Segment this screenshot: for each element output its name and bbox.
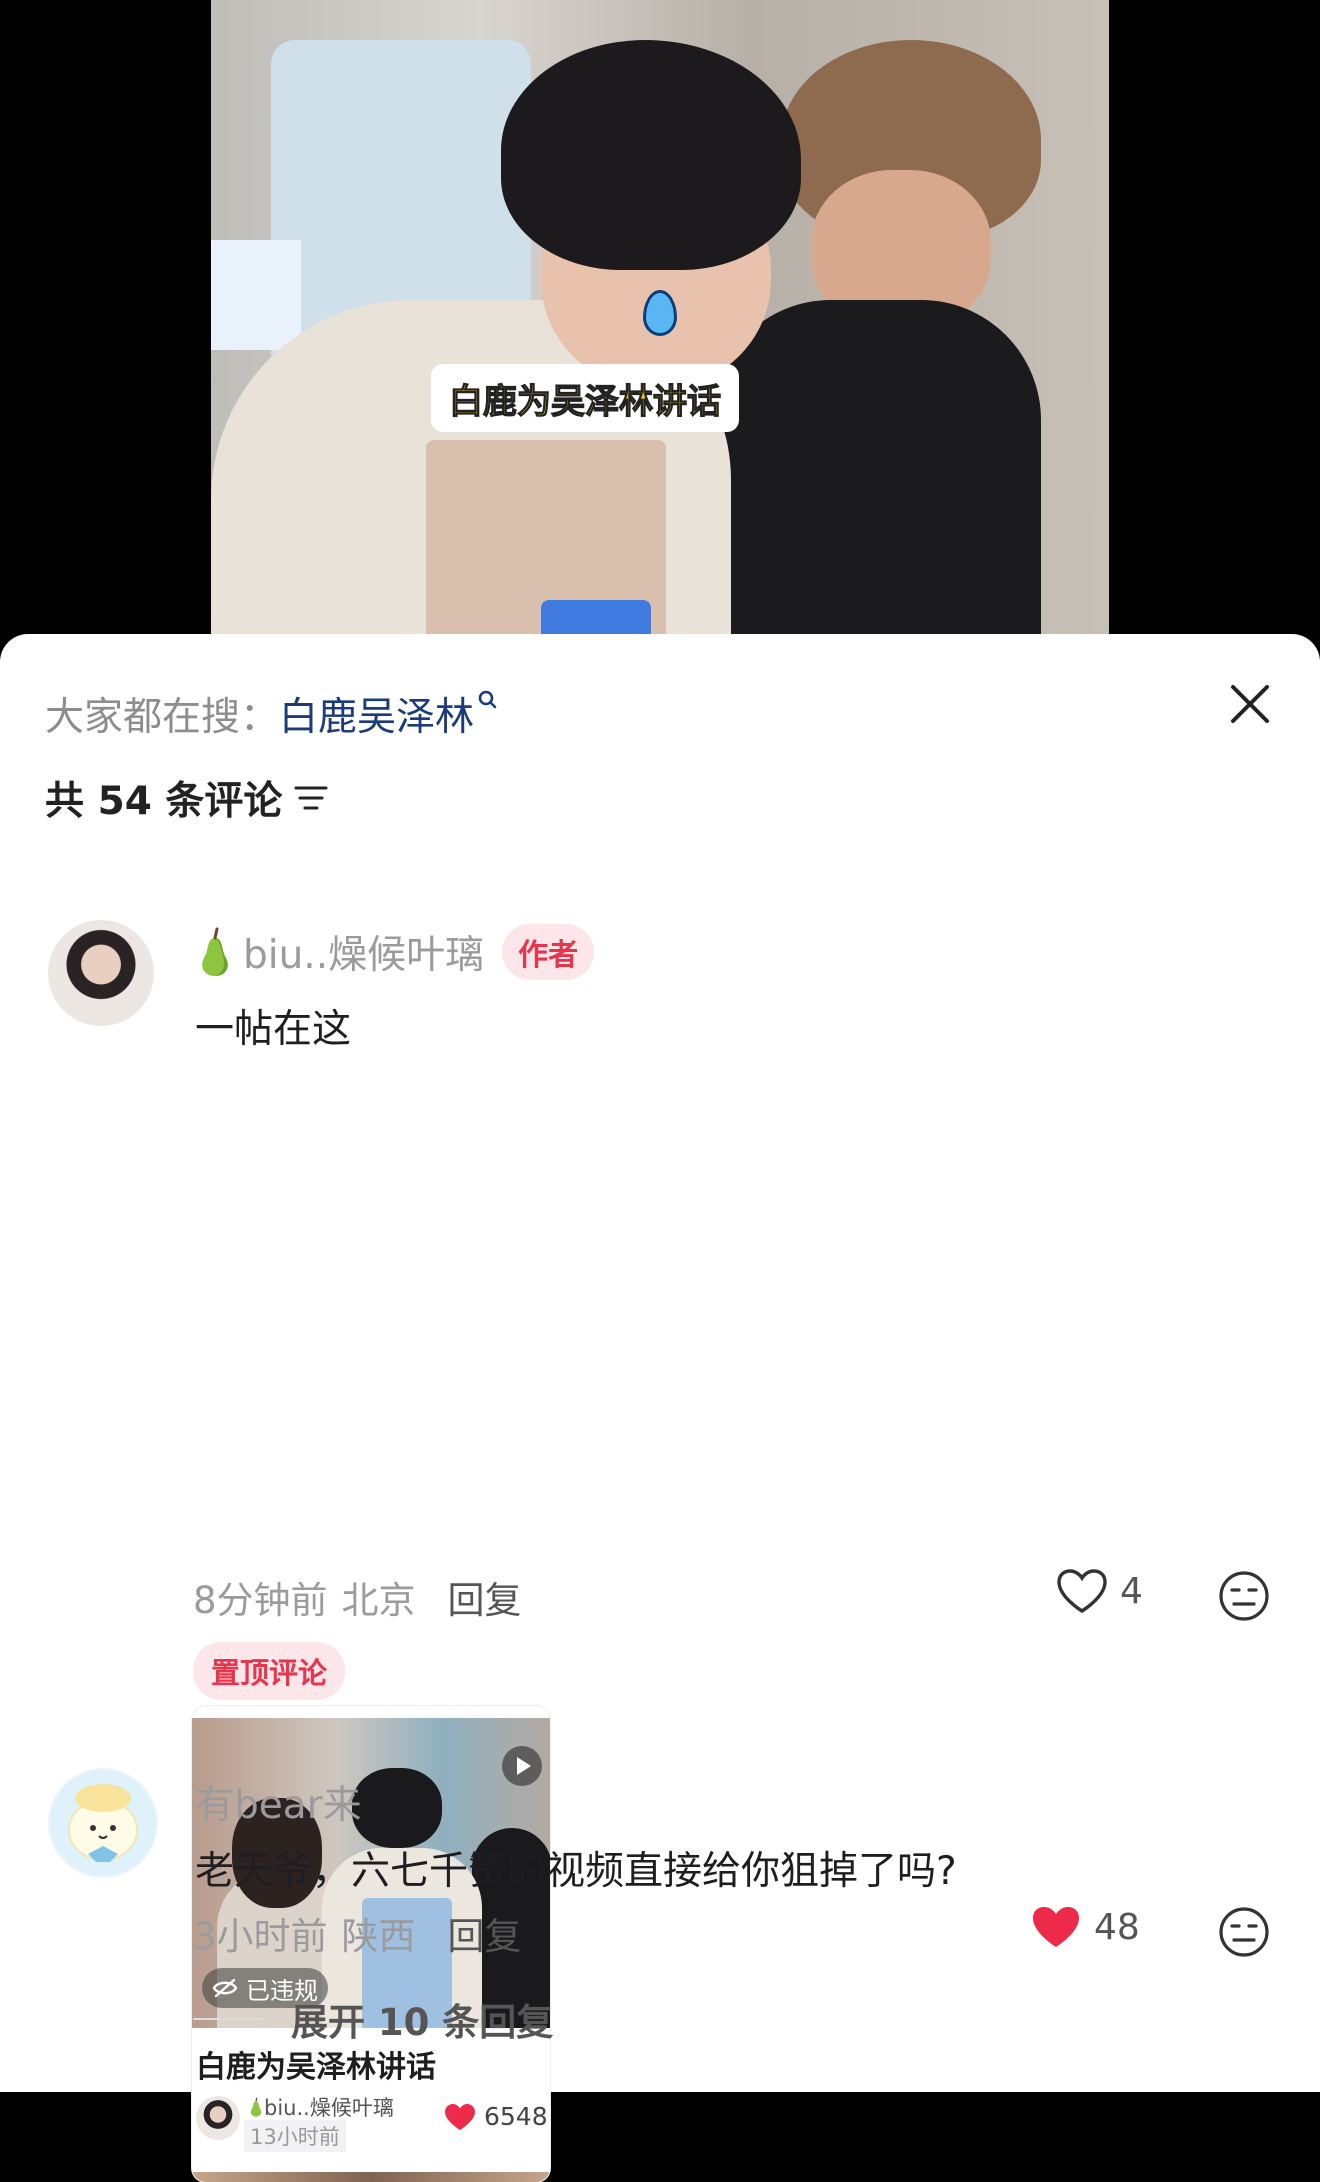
video-caption: 白鹿为吴泽林讲话 bbox=[431, 364, 739, 432]
reply-button[interactable]: 回复 bbox=[448, 1906, 522, 1960]
shared-video-user: biu..燥候叶璃 bbox=[248, 2092, 394, 2122]
comment-text: 一帖在这 bbox=[195, 1007, 352, 1052]
play-icon[interactable] bbox=[502, 1746, 542, 1786]
video-person-left-hair bbox=[501, 40, 801, 270]
like-button[interactable]: 4 bbox=[1056, 1568, 1143, 1614]
comment-text: 老天爷，六七千赞的视频直接给你狙掉了吗? bbox=[195, 1849, 957, 1894]
comment-meta: 3小时前 陕西 回复 bbox=[193, 1906, 522, 1960]
sort-icon[interactable] bbox=[294, 784, 328, 812]
trending-search[interactable]: 大家都在搜： 白鹿吴泽林 bbox=[45, 686, 498, 742]
comment-username-text: biu..燥候叶璃 bbox=[243, 933, 485, 978]
video-player[interactable]: 白鹿为吴泽林讲话 bbox=[211, 0, 1109, 650]
shared-video-user-text: biu..燥候叶璃 bbox=[264, 2096, 394, 2120]
thumb-man-hair bbox=[352, 1768, 442, 1848]
comment-time: 8分钟前 bbox=[193, 1579, 328, 1622]
card-bottom-strip bbox=[192, 2172, 550, 2182]
cartoon-avatar-icon bbox=[68, 1784, 138, 1862]
comment-location: 北京 bbox=[341, 1579, 416, 1622]
pear-icon bbox=[202, 927, 228, 976]
search-icon bbox=[478, 690, 497, 709]
dislike-face-icon[interactable] bbox=[1218, 1906, 1270, 1958]
close-icon[interactable] bbox=[1228, 682, 1272, 726]
heart-filled-icon bbox=[1033, 1907, 1079, 1947]
like-button[interactable]: 48 bbox=[1030, 1904, 1140, 1950]
expand-divider bbox=[193, 2018, 263, 2020]
shared-video-avatar bbox=[196, 2096, 240, 2140]
comment-time: 3小时前 bbox=[193, 1915, 328, 1958]
shared-video-time: 13小时前 bbox=[244, 2120, 346, 2152]
shared-video-title: 白鹿为吴泽林讲话 bbox=[196, 2050, 436, 2085]
video-bg-poster bbox=[211, 240, 301, 350]
comment-count: 共 54 条评论 bbox=[45, 770, 328, 826]
tear-sticker-icon bbox=[643, 290, 677, 336]
avatar[interactable] bbox=[48, 1768, 158, 1878]
like-count: 4 bbox=[1120, 1570, 1143, 1612]
comment-location: 陕西 bbox=[341, 1915, 416, 1958]
heart-filled-icon bbox=[445, 2103, 475, 2130]
comment-username-text: 有bear来 bbox=[195, 1783, 362, 1828]
comment-username[interactable]: biu..燥候叶璃 作者 bbox=[195, 924, 595, 980]
author-badge: 作者 bbox=[502, 924, 595, 980]
expand-replies-label: 展开 10 条回复 bbox=[291, 2001, 554, 2044]
heart-outline-icon bbox=[1057, 1569, 1107, 1613]
trending-search-prefix: 大家都在搜： bbox=[45, 695, 280, 740]
expand-replies-button[interactable]: 展开 10 条回复 bbox=[193, 1992, 553, 2046]
shared-video-likes-count: 6548 bbox=[484, 2102, 548, 2131]
trending-search-term[interactable]: 白鹿吴泽林 bbox=[279, 686, 474, 742]
pear-icon bbox=[250, 2097, 262, 2117]
avatar[interactable] bbox=[48, 920, 154, 1026]
like-count: 48 bbox=[1094, 1906, 1140, 1948]
pinned-badge: 置顶评论 bbox=[193, 1642, 346, 1700]
comment-username[interactable]: 有bear来 bbox=[195, 1774, 362, 1830]
dislike-face-icon[interactable] bbox=[1218, 1570, 1270, 1622]
comment-count-text: 共 54 条评论 bbox=[45, 779, 283, 824]
comment-sheet: 大家都在搜： 白鹿吴泽林 共 54 条评论 biu..燥候叶璃 作者 一帖在这 bbox=[0, 634, 1320, 2182]
video-person-right-shirt bbox=[711, 300, 1041, 650]
reply-button[interactable]: 回复 bbox=[448, 1570, 522, 1624]
comment-meta: 8分钟前 北京 回复 bbox=[193, 1570, 522, 1624]
shared-video-likes: 6548 bbox=[444, 2102, 548, 2131]
